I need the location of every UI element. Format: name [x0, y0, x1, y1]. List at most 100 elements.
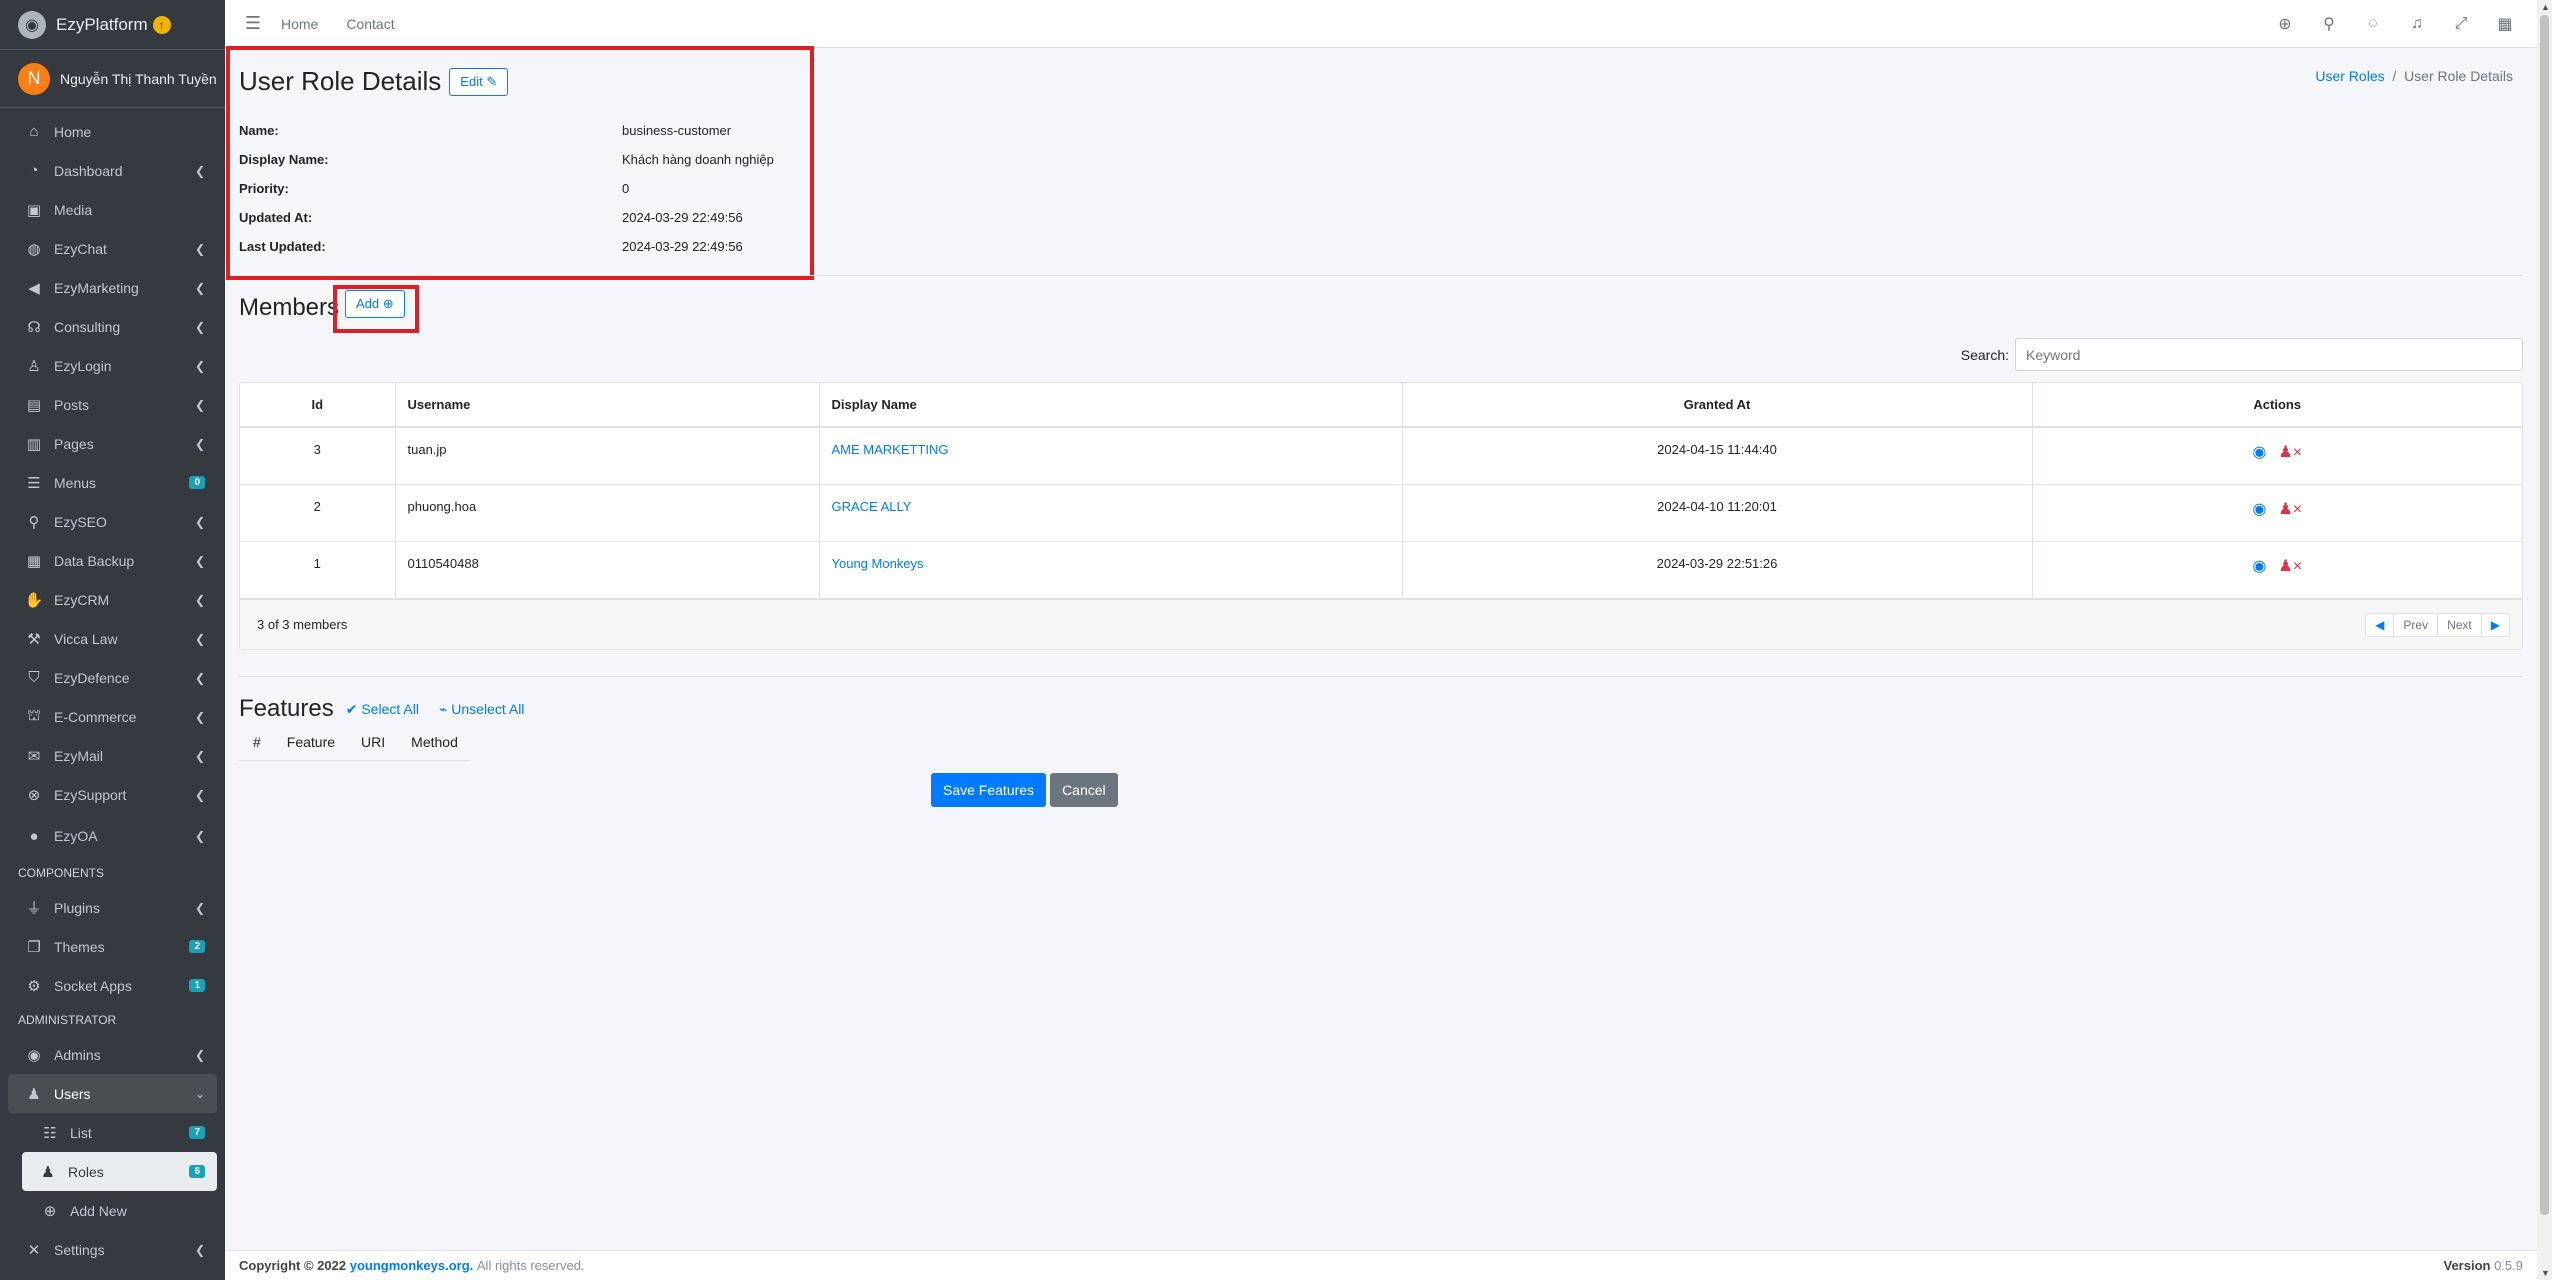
list-badge: 7 — [189, 1126, 205, 1139]
sidebar-item-ezysupport[interactable]: ⊗ EzySupport ❮ — [0, 775, 225, 814]
scrollbar[interactable]: ▲ ▼ — [2537, 0, 2552, 1280]
nav-link-contact[interactable]: Contact — [346, 16, 394, 32]
sidebar-item-ecommerce[interactable]: ⛫ E-Commerce ❮ — [0, 697, 225, 736]
sidebar-item-consulting[interactable]: ☊ Consulting ❮ — [0, 307, 225, 346]
prev-button[interactable]: Prev — [2394, 613, 2439, 636]
sidebar-item-data-backup[interactable]: ▦ Data Backup ❮ — [0, 541, 225, 580]
sidebar-item-ezyoa[interactable]: ● EzyOA ❮ — [0, 814, 225, 858]
remove-user-icon[interactable]: ♟× — [2278, 499, 2302, 519]
sidebar-nav: ⌂ Home ◔ Dashboard ❮ ▣ Media ◍ EzyChat ❮ ◀ EzyM… — [0, 108, 225, 1269]
plus-circle-icon: ⊕ — [43, 1202, 57, 1220]
sidebar-item-ezymarketing[interactable]: ◀ EzyMarketing ❮ — [0, 268, 225, 307]
menu-icon: ☰ — [27, 474, 41, 492]
broom-icon: ⌁ — [438, 700, 448, 717]
basket-icon: ⛫ — [27, 707, 41, 724]
divider — [239, 676, 2523, 677]
next-arrow-icon[interactable]: ▶ — [2482, 614, 2509, 636]
list-icon: ☷ — [43, 1124, 57, 1142]
apps-grid-icon[interactable]: ▦ — [2483, 14, 2527, 34]
fullscreen-icon[interactable]: ⤢ — [2439, 15, 2483, 33]
chevron-left-icon: ❮ — [194, 514, 205, 529]
unselect-all-link[interactable]: ⌁ Unselect All — [439, 701, 524, 718]
eye-icon[interactable]: ◉ — [2252, 556, 2266, 576]
chevron-left-icon: ❮ — [194, 163, 205, 178]
sidebar-item-settings[interactable]: ✕ Settings ❮ — [0, 1230, 225, 1269]
members-table: Id Username Display Name Granted At Acti… — [240, 383, 2522, 599]
col-username: Username — [395, 383, 820, 428]
eye-icon[interactable]: ◉ — [2252, 499, 2266, 519]
sidebar-item-ezychat[interactable]: ◍ EzyChat ❮ — [0, 229, 225, 268]
sidebar-item-list[interactable]: ☷ List 7 — [0, 1113, 225, 1152]
sidebar-item-users[interactable]: ♟ Users ⌄ — [8, 1074, 217, 1113]
comments-icon[interactable]: ◌ — [2351, 15, 2395, 33]
sidebar-item-vicca-law[interactable]: ⚒ Vicca Law ❮ — [0, 619, 225, 658]
member-link[interactable]: GRACE ALLY — [832, 499, 912, 514]
sidebar-item-add-new[interactable]: ⊕ Add New — [0, 1191, 225, 1230]
chevron-left-icon: ❮ — [194, 358, 205, 373]
mail-icon: ✉ — [27, 747, 41, 765]
sidebar-item-ezycrm[interactable]: ✋ EzyCRM ❮ — [0, 580, 225, 619]
save-features-button[interactable]: Save Features — [931, 773, 1047, 807]
footer-link[interactable]: youngmonkeys.org. — [350, 1258, 474, 1273]
administrator-header: ADMINISTRATOR — [18, 1013, 117, 1027]
sidebar-item-ezymail[interactable]: ✉ EzyMail ❮ — [0, 736, 225, 775]
search-icon[interactable]: ⚲ — [2307, 14, 2351, 34]
sidebar-item-posts[interactable]: ▤ Posts ❮ — [0, 385, 225, 424]
sidebar-item-pages[interactable]: ▥ Pages ❮ — [0, 424, 225, 463]
remove-user-icon[interactable]: ♟× — [2278, 556, 2302, 576]
sidebar-item-plugins[interactable]: ⏚ Plugins ❮ — [0, 888, 225, 927]
search-input[interactable] — [2015, 338, 2523, 371]
headset-icon: ☊ — [27, 318, 41, 336]
scroll-up-icon[interactable]: ▲ — [2541, 2, 2550, 12]
hamburger-menu-icon[interactable]: ☰ — [225, 13, 281, 34]
next-button[interactable]: Next — [2438, 613, 2482, 636]
sidebar-item-media[interactable]: ▣ Media — [0, 190, 225, 229]
brand-name: EzyPlatform — [56, 14, 148, 34]
home-icon: ⌂ — [29, 123, 39, 140]
members-title: Members — [239, 294, 340, 321]
sidebar-item-ezydefence[interactable]: ⛉ EzyDefence ❮ — [0, 658, 225, 697]
support-icon: ⊗ — [27, 786, 41, 804]
top-navbar: ☰ Home Contact ⊕ ⚲ ◌ ♫ ⤢ ▦ — [225, 0, 2537, 48]
col-feature: Feature — [286, 734, 336, 750]
bell-icon[interactable]: ♫ — [2395, 15, 2439, 33]
col-id: Id — [240, 383, 396, 428]
eye-icon[interactable]: ◉ — [2252, 442, 2266, 462]
user-panel[interactable]: N Nguyễn Thị Thanh Tuyền — [0, 50, 225, 108]
oa-icon: ● — [29, 827, 39, 845]
sidebar-item-ezyseo[interactable]: ⚲ EzySEO ❮ — [0, 502, 225, 541]
brand[interactable]: ◉ EzyPlatform ↑ — [0, 0, 225, 50]
sidebar-item-roles[interactable]: ♟ Roles 6 — [22, 1152, 217, 1191]
upgrade-icon[interactable]: ↑ — [152, 15, 171, 34]
sidebar-item-socket-apps[interactable]: ⚙ Socket Apps 1 — [0, 966, 225, 1005]
sidebar-item-menus[interactable]: ☰ Menus 0 — [0, 463, 225, 502]
select-all-link[interactable]: ✔ Select All — [346, 701, 419, 718]
table-footer: 3 of 3 members ◀ Prev Next ▶ — [240, 599, 2522, 649]
megaphone-icon: ◀ — [28, 279, 40, 297]
scroll-down-icon[interactable]: ▼ — [2541, 1268, 2550, 1278]
chevron-left-icon: ❮ — [194, 436, 205, 451]
chevron-left-icon: ❮ — [194, 553, 205, 568]
table-row: 1 0110540488 Young Monkeys 2024-03-29 22… — [240, 541, 2522, 599]
user-name[interactable]: Nguyễn Thị Thanh Tuyền — [60, 71, 217, 87]
sidebar-item-dashboard[interactable]: ◔ Dashboard ❮ — [0, 151, 225, 190]
sidebar-item-ezylogin[interactable]: ♙ EzyLogin ❮ — [0, 346, 225, 385]
sidebar-item-themes[interactable]: ❐ Themes 2 — [0, 927, 225, 966]
archive-icon: ▦ — [26, 552, 42, 570]
member-link[interactable]: Young Monkeys — [832, 556, 924, 571]
sidebar-item-admins[interactable]: ◉ Admins ❮ — [0, 1035, 225, 1074]
roles-badge: 6 — [189, 1165, 205, 1178]
cancel-button[interactable]: Cancel — [1050, 773, 1118, 807]
globe-icon[interactable]: ⊕ — [2263, 14, 2307, 34]
member-link[interactable]: AME MARKETTING — [832, 442, 949, 457]
scrollbar-thumb[interactable] — [2540, 15, 2549, 1215]
sidebar-item-home[interactable]: ⌂ Home — [0, 112, 225, 151]
prev-arrow-icon[interactable]: ◀ — [2366, 613, 2395, 636]
chat-icon: ◍ — [27, 240, 41, 258]
nav-link-home[interactable]: Home — [281, 16, 318, 32]
table-row: 2 phuong.hoa GRACE ALLY 2024-04-10 11:20… — [240, 484, 2522, 542]
breadcrumb-user-roles[interactable]: User Roles — [2315, 68, 2384, 84]
sidebar: ◉ EzyPlatform ↑ N Nguyễn Thị Thanh Tuyền… — [0, 0, 225, 1280]
remove-user-icon[interactable]: ♟× — [2278, 442, 2302, 462]
features-table-header: # Feature URI Method — [239, 734, 470, 761]
